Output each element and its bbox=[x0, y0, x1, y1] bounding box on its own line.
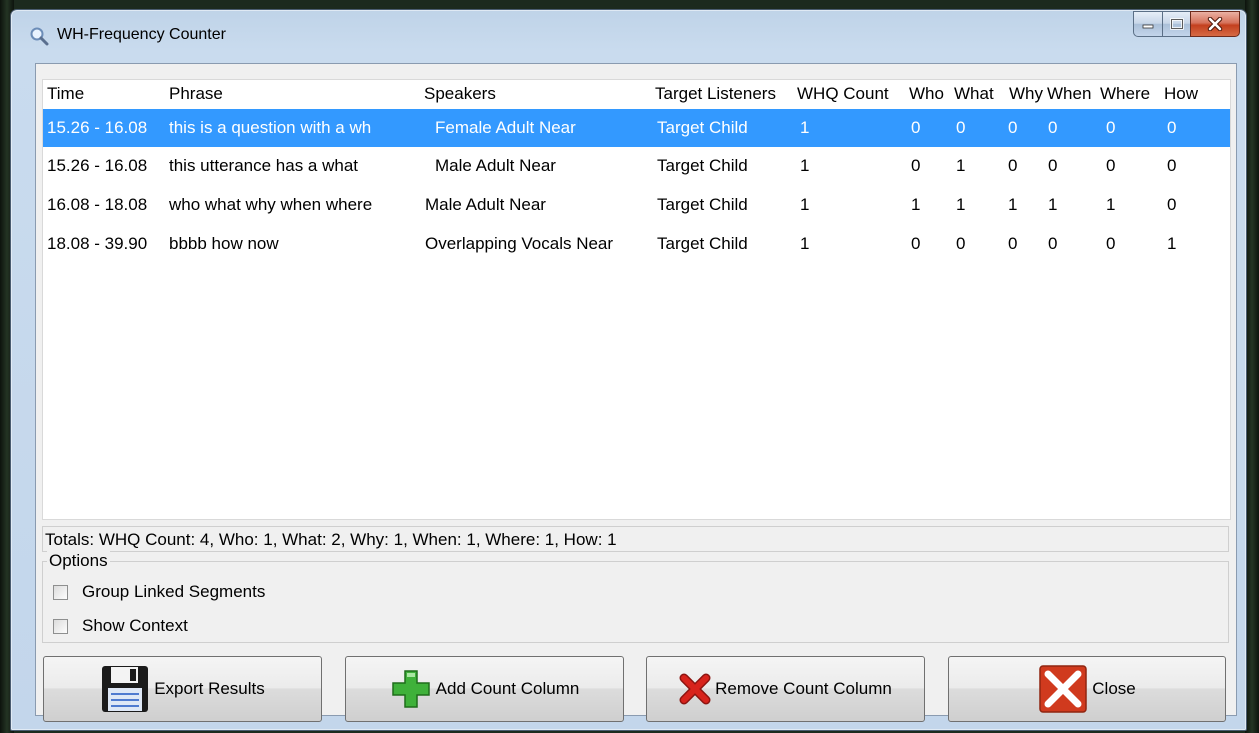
column-header-speakers[interactable]: Speakers bbox=[424, 80, 496, 107]
group-linked-segments-checkbox[interactable] bbox=[53, 584, 68, 600]
cell-phrase: this is a question with a wh bbox=[169, 118, 372, 137]
group-linked-segments-label: Group Linked Segments bbox=[82, 582, 266, 601]
cell-why: 1 bbox=[1008, 195, 1018, 214]
cell-when: 0 bbox=[1048, 118, 1058, 137]
dialog-client-area: Time Phrase Speakers Target Listeners WH… bbox=[35, 63, 1237, 722]
table-header: Time Phrase Speakers Target Listeners WH… bbox=[43, 80, 1230, 107]
cell-where: 0 bbox=[1106, 234, 1116, 253]
table-row[interactable]: 15.26 - 16.08 this utterance has a what … bbox=[43, 147, 1230, 185]
cell-who: 0 bbox=[911, 234, 921, 253]
cell-where: 0 bbox=[1106, 156, 1116, 175]
cell-who: 1 bbox=[911, 195, 921, 214]
add-count-column-button[interactable]: Add Count Column bbox=[345, 656, 624, 722]
cell-target-listeners: Target Child bbox=[657, 156, 748, 175]
results-table[interactable]: Time Phrase Speakers Target Listeners WH… bbox=[42, 79, 1231, 520]
maximize-icon bbox=[1169, 18, 1184, 30]
column-header-when[interactable]: When bbox=[1047, 80, 1091, 107]
cell-phrase: who what why when where bbox=[169, 195, 373, 214]
close-icon bbox=[1207, 17, 1223, 31]
options-group: Options Group Linked Segments Show Conte… bbox=[42, 551, 1229, 643]
cell-what: 0 bbox=[956, 234, 966, 253]
show-context-label: Show Context bbox=[82, 616, 188, 635]
cell-phrase: bbbb how now bbox=[169, 234, 279, 253]
cell-whq-count: 1 bbox=[800, 156, 810, 175]
cell-time: 18.08 - 39.90 bbox=[47, 234, 148, 253]
cell-what: 1 bbox=[956, 195, 966, 214]
cell-whq-count: 1 bbox=[800, 234, 810, 253]
column-header-phrase[interactable]: Phrase bbox=[169, 80, 223, 107]
table-row[interactable]: 16.08 - 18.08 who what why when where Ma… bbox=[43, 186, 1230, 224]
maximize-button[interactable] bbox=[1162, 11, 1190, 37]
cell-what: 1 bbox=[956, 156, 966, 175]
title-bar[interactable]: WH-Frequency Counter bbox=[11, 10, 1246, 62]
floppy-disk-icon bbox=[102, 666, 149, 712]
cell-target-listeners: Target Child bbox=[657, 118, 748, 137]
cell-phrase: this utterance has a what bbox=[169, 156, 359, 175]
close-button[interactable]: Close bbox=[948, 656, 1226, 722]
table-row[interactable]: 18.08 - 39.90 bbbb how now Overlapping V… bbox=[43, 225, 1230, 263]
cell-why: 0 bbox=[1008, 234, 1018, 253]
column-header-what[interactable]: What bbox=[954, 80, 994, 107]
cell-speakers: Male Adult Near bbox=[435, 156, 556, 175]
group-linked-segments-option[interactable]: Group Linked Segments bbox=[53, 580, 265, 604]
cell-whq-count: 1 bbox=[800, 118, 810, 137]
cell-how: 0 bbox=[1167, 195, 1177, 214]
cell-speakers: Female Adult Near bbox=[435, 118, 576, 137]
column-header-time[interactable]: Time bbox=[47, 80, 84, 107]
red-x-icon bbox=[679, 673, 711, 705]
cell-who: 0 bbox=[911, 156, 921, 175]
cell-why: 0 bbox=[1008, 118, 1018, 137]
window-title: WH-Frequency Counter bbox=[57, 26, 226, 43]
cell-time: 15.26 - 16.08 bbox=[47, 118, 148, 137]
close-button-label: Close bbox=[1092, 679, 1136, 698]
close-box-icon bbox=[1039, 665, 1088, 713]
cell-when: 1 bbox=[1048, 195, 1058, 214]
cell-who: 0 bbox=[911, 118, 921, 137]
options-legend: Options bbox=[47, 551, 110, 571]
column-header-whq-count[interactable]: WHQ Count bbox=[797, 80, 889, 107]
cell-how: 0 bbox=[1167, 156, 1177, 175]
cell-time: 15.26 - 16.08 bbox=[47, 156, 148, 175]
column-header-who[interactable]: Who bbox=[909, 80, 944, 107]
column-header-why[interactable]: Why bbox=[1009, 80, 1043, 107]
export-results-label: Export Results bbox=[154, 679, 265, 698]
show-context-checkbox[interactable] bbox=[53, 618, 68, 634]
cell-target-listeners: Target Child bbox=[657, 195, 748, 214]
cell-when: 0 bbox=[1048, 234, 1058, 253]
cell-where: 0 bbox=[1106, 118, 1116, 137]
green-plus-icon bbox=[391, 670, 430, 708]
table-row[interactable]: 15.26 - 16.08 this is a question with a … bbox=[43, 109, 1230, 147]
add-count-column-label: Add Count Column bbox=[435, 679, 580, 698]
cell-how: 0 bbox=[1167, 118, 1177, 137]
window-close-button[interactable] bbox=[1190, 11, 1240, 37]
show-context-option[interactable]: Show Context bbox=[53, 614, 188, 638]
magnifier-icon bbox=[30, 27, 49, 46]
cell-speakers: Overlapping Vocals Near bbox=[425, 234, 614, 253]
cell-when: 0 bbox=[1048, 156, 1058, 175]
cell-where: 1 bbox=[1106, 195, 1116, 214]
cell-how: 1 bbox=[1167, 234, 1177, 253]
cell-speakers: Male Adult Near bbox=[425, 195, 546, 214]
minimize-icon bbox=[1142, 24, 1154, 29]
cell-whq-count: 1 bbox=[800, 195, 810, 214]
cell-target-listeners: Target Child bbox=[657, 234, 748, 253]
column-header-how[interactable]: How bbox=[1164, 80, 1198, 107]
cell-what: 0 bbox=[956, 118, 966, 137]
cell-why: 0 bbox=[1008, 156, 1018, 175]
cell-time: 16.08 - 18.08 bbox=[47, 195, 148, 214]
remove-count-column-label: Remove Count Column bbox=[715, 679, 892, 698]
totals-bar: Totals: WHQ Count: 4, Who: 1, What: 2, W… bbox=[42, 526, 1229, 552]
column-header-where[interactable]: Where bbox=[1100, 80, 1150, 107]
remove-count-column-button[interactable]: Remove Count Column bbox=[646, 656, 925, 722]
column-header-target-listeners[interactable]: Target Listeners bbox=[655, 80, 776, 107]
caption-buttons bbox=[1133, 11, 1240, 38]
app-window: WH-Frequency Counter Time Phrase Speaker… bbox=[10, 9, 1247, 731]
export-results-button[interactable]: Export Results bbox=[43, 656, 322, 722]
minimize-button[interactable] bbox=[1133, 11, 1162, 37]
